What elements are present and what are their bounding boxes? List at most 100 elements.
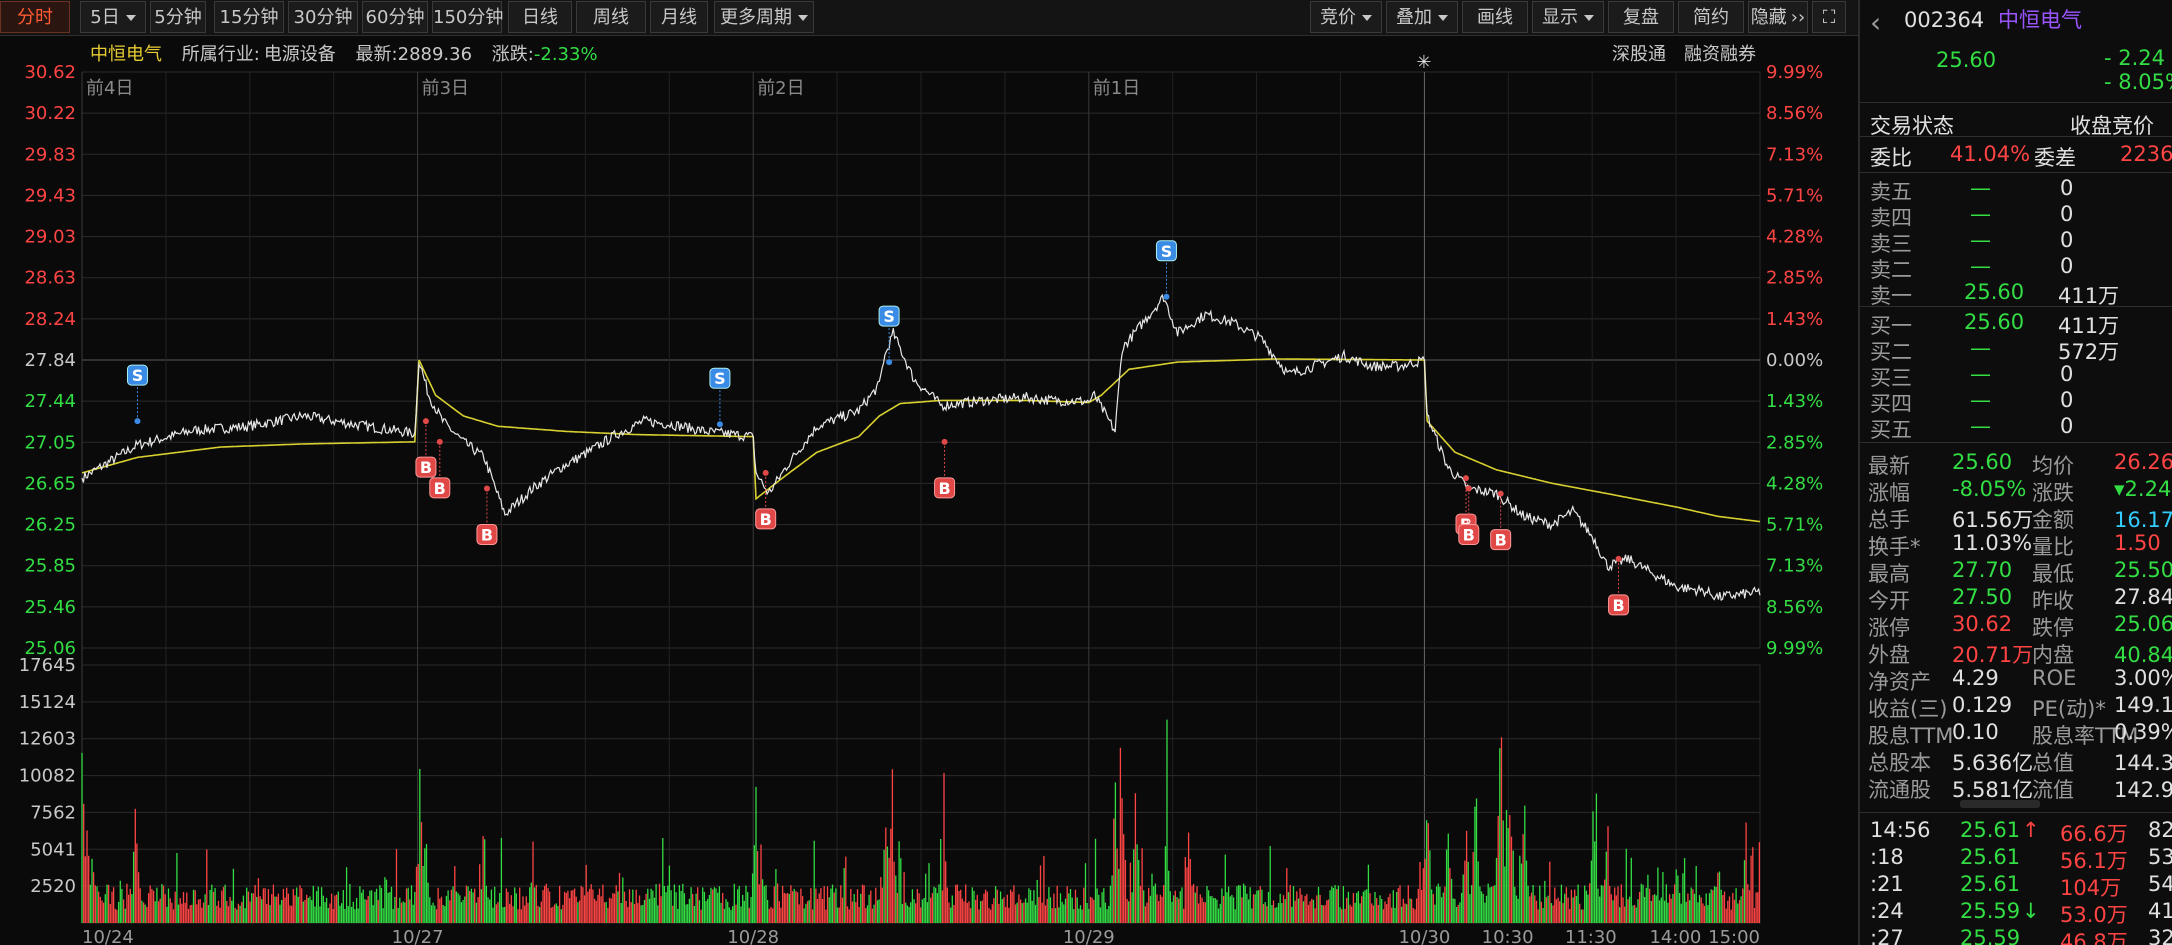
ask-price: 25.60 [1964,280,2025,304]
tick-volume: 53.0万 [2060,903,2128,927]
tick-price: 25.61 [1960,872,2021,896]
tick-count: 82 [2148,818,2172,842]
y-left-tick: 27.84 [24,350,76,371]
tick-volume: 46.8万 [2060,930,2128,945]
ask-price: — [1970,228,1991,252]
signal-letter: S [883,307,895,326]
x-tick: 15:00 [1708,927,1760,945]
panel-divider [1860,136,2172,137]
stat-label: 最高 [1868,562,1910,586]
y-left-tick: 25.46 [24,597,76,618]
panel-divider [1860,306,2172,307]
panel-divider [1860,812,2172,813]
stock-code: 002364 [1904,8,1985,32]
stat-value: 149.10 [2114,693,2172,717]
tick-count: 54 [2148,872,2172,896]
stat-label: 内盘 [2032,643,2074,667]
stat-label: 总手 [1868,508,1910,532]
tick-time: 14:56 [1870,818,1931,842]
signal-letter: S [714,369,726,388]
stat-value: 30.62 [1952,612,2013,636]
y-left-tick: 29.43 [24,185,76,206]
stat-label: 涨幅 [1868,481,1910,505]
panel-divider [1860,442,2172,443]
panel-scroll-handle[interactable] [1960,800,2040,808]
x-tick: 10:30 [1482,927,1534,945]
signal-dot [436,438,443,445]
y-right-tick: 7.13% [1766,144,1823,165]
bid-price: — [1970,414,1991,438]
x-tick: 14:00 [1649,927,1701,945]
signal-letter: B [420,458,432,477]
ask-volume: 0 [2060,254,2074,278]
tick-arrow-icon: ↓ [2022,899,2040,923]
stat-label: 总股本 [1868,751,1931,775]
y-left-tick: 28.24 [24,309,76,330]
stat-value: 25.50 [2114,558,2172,582]
tick-count: 53 [2148,845,2172,869]
day-label: 前2日 [757,78,804,99]
stat-value: 11.03% [1952,531,2033,555]
volume-tick: 15124 [19,692,76,713]
tick-count: 32 [2148,926,2172,945]
prev-stock-icon[interactable]: ‹ [1870,6,1881,39]
stat-value: ▾2.24 [2114,477,2172,501]
volume-tick: 17645 [19,655,76,676]
signal-letter: B [1495,531,1507,550]
tick-volume: 104万 [2060,876,2122,900]
signal-letter: B [1463,525,1475,544]
signal-dot [762,469,769,476]
stat-value: 27.50 [1952,585,2013,609]
bid-label: 买五 [1870,418,1912,442]
stat-label: 总值 [2032,751,2074,775]
y-right-tick: 1.43% [1766,309,1823,330]
tick-price: 25.59 [1960,899,2021,923]
stat-value: 4.29 [1952,666,1999,690]
stat-value: 0.39% [2114,720,2172,744]
y-left-tick: 26.25 [24,515,76,536]
volume-tick: 7562 [30,802,76,823]
intraday-chart[interactable]: 30.62 9.99% 30.22 8.56% 29.83 7.13% 29.43 5.71%… [0,0,1856,945]
stat-value: 142.9亿 [2114,778,2172,802]
stock-name: 中恒电气 [1998,8,2082,32]
y-right-tick: 7.13% [1766,556,1823,577]
signal-letter: B [434,479,446,498]
signal-dot [1615,555,1622,562]
tick-price: 25.59 [1960,926,2021,945]
bid-price: 25.60 [1964,310,2025,334]
tick-time: :24 [1870,899,1904,923]
stat-value: -8.05% [1952,477,2027,501]
y-right-tick: 8.56% [1766,597,1823,618]
x-tick: 10/29 [1063,927,1115,945]
ask-volume: 0 [2060,228,2074,252]
y-right-tick: 5.71% [1766,515,1823,536]
stat-label: 涨跌 [2032,481,2074,505]
signal-dot [422,418,429,425]
tick-count: 41 [2148,899,2172,923]
y-left-tick: 29.83 [24,144,76,165]
weicha-label: 委差 [2034,146,2076,170]
price-change: - 2.24 [2104,46,2166,70]
stat-label: 最低 [2032,562,2074,586]
x-tick: 10/30 [1398,927,1450,945]
bid-volume: 0 [2060,362,2074,386]
bid-volume: 0 [2060,388,2074,412]
y-left-tick: 27.05 [24,432,76,453]
signal-dot [1163,293,1170,300]
stat-value: 20.71万 [1952,643,2034,667]
y-right-tick: 2.85% [1766,268,1823,289]
ask-volume: 0 [2060,202,2074,226]
tick-time: :21 [1870,872,1904,896]
signal-dot [134,418,141,425]
stat-value: 26.26 [2114,450,2172,474]
stat-label: 收益(三) [1868,697,1948,721]
stat-label: 跌停 [2032,616,2074,640]
bid-price: — [1970,336,1991,360]
tick-time: :18 [1870,845,1904,869]
stat-label: 均价 [2032,454,2074,478]
panel-divider [1860,172,2172,173]
stat-value: 40.84万 [2114,643,2172,667]
bid-price: — [1970,388,1991,412]
signal-dot [1463,475,1470,482]
day-label: 前4日 [86,78,133,99]
